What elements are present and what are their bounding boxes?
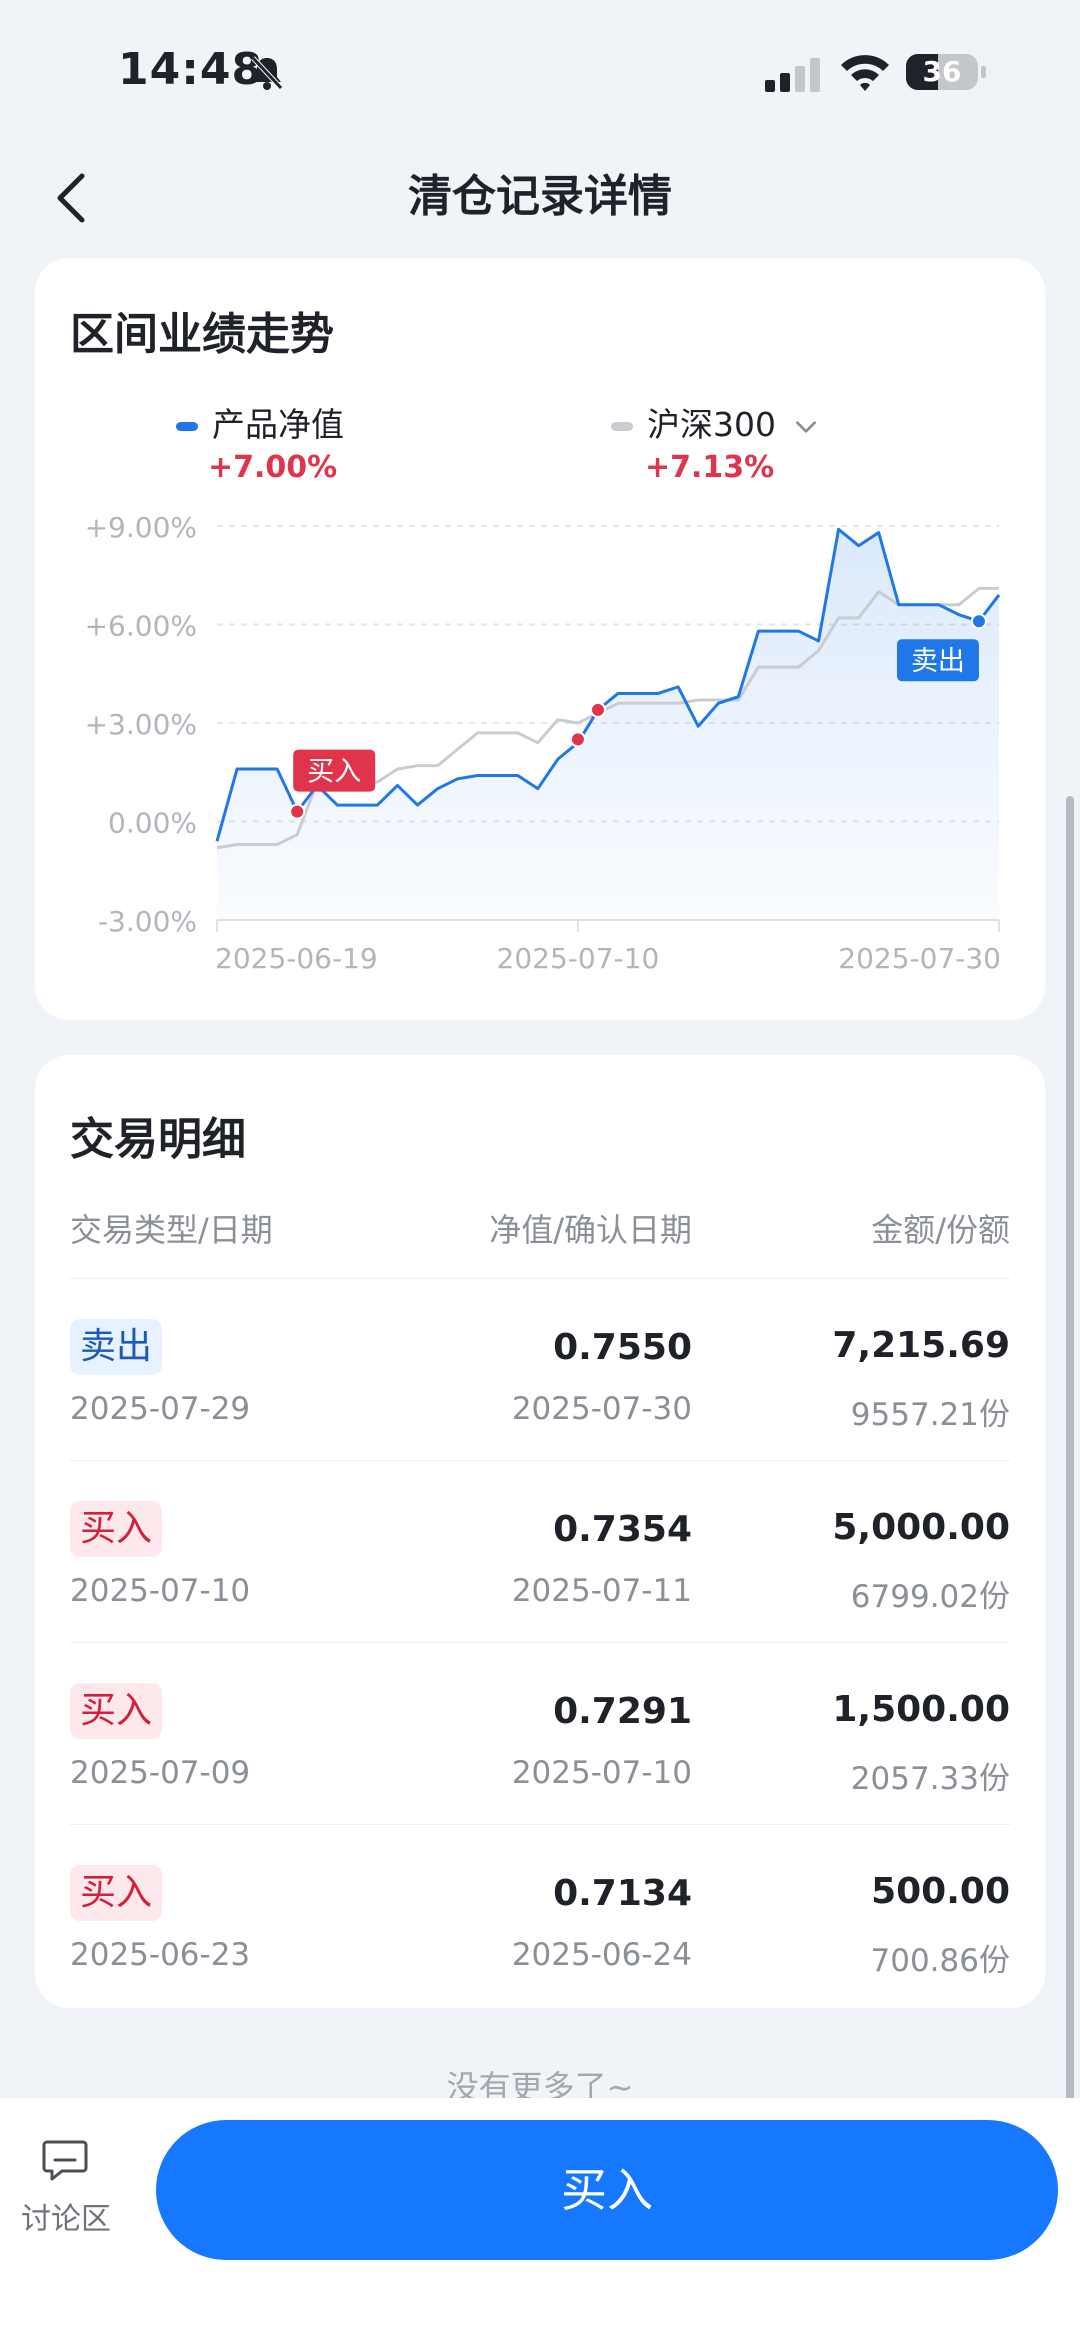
trade-confirm-date: 2025-07-11 xyxy=(511,1573,692,1609)
buy-point xyxy=(569,731,586,748)
buy-button[interactable]: 买入 xyxy=(156,2120,1058,2260)
trade-row[interactable]: 卖出 2025-07-29 0.7550 2025-07-30 7,215.69… xyxy=(70,1278,1010,1460)
y-tick-label: -3.00% xyxy=(98,905,197,938)
chat-bubble-icon xyxy=(42,2140,88,2181)
trade-nav: 0.7134 xyxy=(553,1873,692,1914)
header-type-date: 交易类型/日期 xyxy=(70,1211,273,1249)
trade-nav: 0.7291 xyxy=(553,1691,692,1732)
status-bar: 14:48 36 xyxy=(0,0,1080,140)
trade-date: 2025-07-10 xyxy=(70,1573,251,1609)
trade-shares: 9557.21份 xyxy=(850,1397,1010,1433)
bottom-action-bar: 讨论区 买入 xyxy=(0,2098,1080,2341)
buy-point xyxy=(589,701,606,718)
scrollbar[interactable] xyxy=(1066,796,1074,2132)
trade-date: 2025-06-23 xyxy=(70,1937,251,1973)
sell-point xyxy=(970,613,987,630)
trade-detail-card: 交易明细 交易类型/日期 净值/确认日期 金额/份额 卖出 2025-07-29… xyxy=(35,1055,1045,2008)
trade-type-badge: 买入 xyxy=(70,1683,163,1739)
x-tick-label: 2025-06-19 xyxy=(215,942,378,975)
buy-point xyxy=(289,803,306,820)
trade-confirm-date: 2025-07-10 xyxy=(511,1755,692,1791)
trade-confirm-date: 2025-07-30 xyxy=(511,1391,692,1427)
nav-bar: 清仓记录详情 xyxy=(0,140,1080,260)
discussion-label: 讨论区 xyxy=(21,2202,111,2237)
battery-icon: 36 xyxy=(906,52,986,92)
trade-shares: 6799.02份 xyxy=(850,1579,1010,1615)
trade-confirm-date: 2025-06-24 xyxy=(511,1937,692,1973)
status-time: 14:48 xyxy=(118,44,264,95)
trade-nav: 0.7550 xyxy=(553,1327,692,1368)
trade-detail-title: 交易明细 xyxy=(70,1114,246,1165)
trade-type-badge: 买入 xyxy=(70,1501,163,1557)
performance-card: 区间业绩走势 产品净值 +7.00% 沪深300 +7.13% +9.00% +6… xyxy=(35,258,1045,1020)
trade-nav: 0.7354 xyxy=(553,1509,692,1550)
battery-level: 36 xyxy=(922,55,962,88)
sell-label: 卖出 xyxy=(911,646,965,677)
buy-label: 买入 xyxy=(307,757,361,788)
y-tick-label: +9.00% xyxy=(85,511,197,544)
bell-muted-icon xyxy=(251,56,283,90)
x-tick-label: 2025-07-10 xyxy=(497,942,660,975)
y-tick-label: 0.00% xyxy=(108,807,197,840)
page-title: 清仓记录详情 xyxy=(408,171,672,222)
trade-shares: 2057.33份 xyxy=(850,1761,1010,1797)
trade-date: 2025-07-29 xyxy=(70,1391,251,1427)
x-tick-label: 2025-07-30 xyxy=(838,942,1001,975)
trade-amount: 5,000.00 xyxy=(832,1507,1010,1548)
trade-row[interactable]: 买入 2025-07-10 0.7354 2025-07-11 5,000.00… xyxy=(70,1460,1010,1642)
product-area xyxy=(217,529,999,920)
trade-amount: 500.00 xyxy=(871,1871,1010,1912)
trade-row[interactable]: 买入 2025-07-09 0.7291 2025-07-10 1,500.00… xyxy=(70,1642,1010,1824)
trade-amount: 7,215.69 xyxy=(832,1325,1010,1366)
trade-amount: 1,500.00 xyxy=(832,1689,1010,1730)
y-tick-label: +6.00% xyxy=(85,610,197,643)
wifi-icon xyxy=(841,55,889,91)
trade-type-badge: 卖出 xyxy=(70,1319,163,1375)
header-nav-confirm: 净值/确认日期 xyxy=(489,1211,692,1249)
trade-row[interactable]: 买入 2025-06-23 0.7134 2025-06-24 500.00 7… xyxy=(70,1824,1010,2006)
trade-date: 2025-07-09 xyxy=(70,1755,251,1791)
trade-shares: 700.86份 xyxy=(870,1943,1010,1979)
header-amount-shares: 金额/份额 xyxy=(871,1211,1010,1249)
y-tick-label: +3.00% xyxy=(85,708,197,741)
trade-type-badge: 买入 xyxy=(70,1865,163,1921)
discussion-button[interactable]: 讨论区 xyxy=(18,2138,114,2248)
cellular-signal-icon xyxy=(765,58,820,92)
performance-chart[interactable]: +9.00% +6.00% +3.00% 0.00% -3.00% 2025-06-19 2… xyxy=(35,258,1045,1020)
